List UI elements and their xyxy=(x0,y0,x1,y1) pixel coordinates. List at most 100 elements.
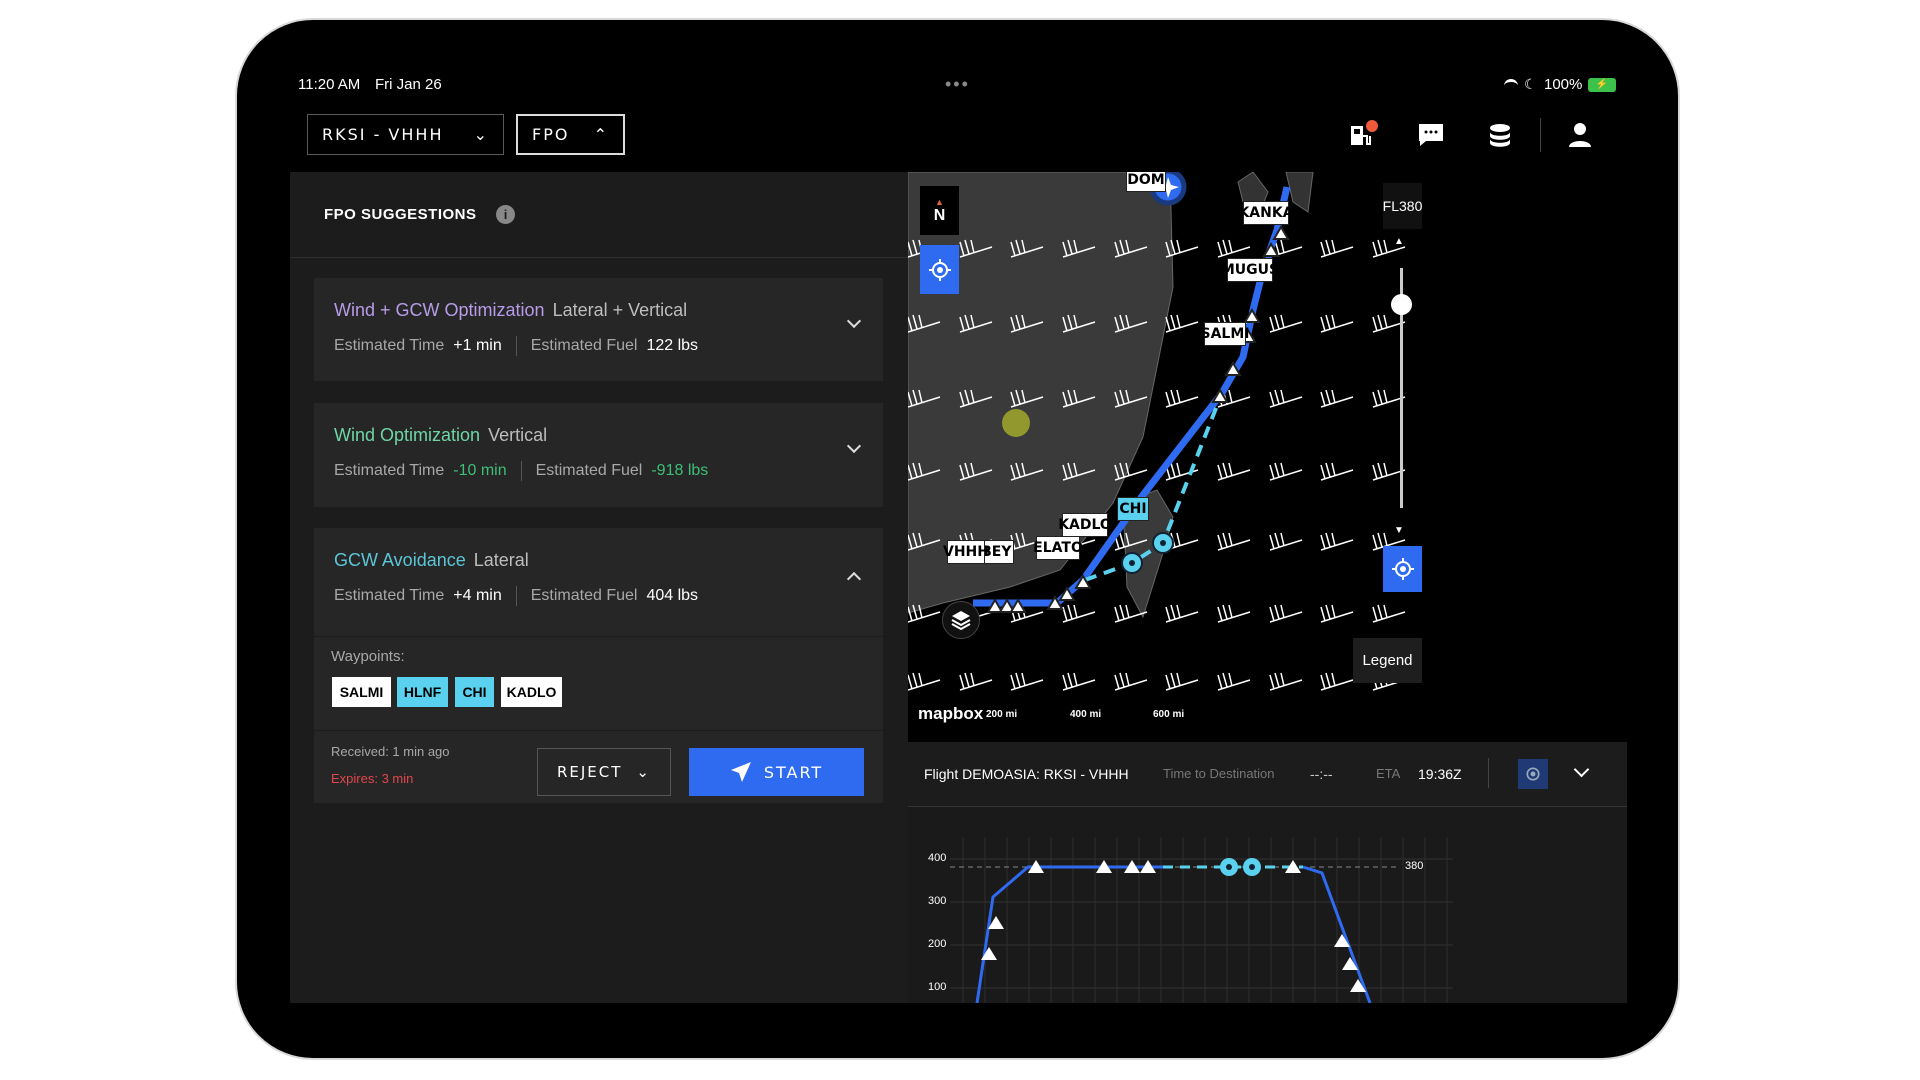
wifi-icon xyxy=(1504,79,1518,89)
chat-icon[interactable] xyxy=(1416,120,1446,150)
locate-icon xyxy=(1391,558,1414,580)
chevron-up-icon[interactable] xyxy=(846,571,862,587)
waypoint-label[interactable]: KANKA xyxy=(1238,201,1294,225)
multitask-dots-icon[interactable]: ••• xyxy=(945,74,970,95)
wind-barb-icon xyxy=(1269,314,1303,333)
profile-chart xyxy=(950,837,1453,1003)
suggestion-type: Lateral xyxy=(473,550,529,570)
wind-barb-icon xyxy=(1320,314,1354,333)
suggestion-card[interactable]: Wind + GCW Optimization Lateral + Vertica… xyxy=(314,278,883,381)
waypoint-label[interactable]: DOM xyxy=(1126,172,1166,192)
wind-barb-icon xyxy=(1114,672,1148,691)
fuel-value: -918 lbs xyxy=(651,462,709,479)
wind-barb-icon xyxy=(1269,532,1303,551)
fuel-label: Estimated Fuel xyxy=(530,337,638,354)
layers-button[interactable] xyxy=(942,601,980,639)
status-time: 11:20 AM xyxy=(298,76,361,93)
y-tick-label: 400 xyxy=(928,852,947,864)
wind-barb-icon xyxy=(1320,462,1354,481)
profile-waypoint-markers xyxy=(981,860,1366,992)
chevron-down-icon[interactable] xyxy=(846,438,862,454)
waypoint-chip: SALMI xyxy=(332,677,391,707)
fuel-value: 122 lbs xyxy=(646,337,699,354)
battery-icon: ⚡ xyxy=(1588,78,1616,92)
wind-barb-icon xyxy=(959,672,993,691)
compass-label: N xyxy=(933,206,946,224)
waypoint-label[interactable]: VHHH xyxy=(943,540,989,564)
waypoint-label[interactable]: KADLO xyxy=(1058,513,1112,537)
level-up-icon[interactable]: ▲ xyxy=(1394,236,1404,247)
reject-button[interactable]: REJECT ⌄ xyxy=(537,748,671,796)
fuel-value: 404 lbs xyxy=(646,587,699,604)
wind-barb-icon xyxy=(1269,672,1303,691)
locate-aircraft-button[interactable] xyxy=(1383,546,1422,592)
wind-barb-icon xyxy=(1165,314,1199,333)
chevron-down-icon[interactable] xyxy=(846,313,862,329)
status-date: Fri Jan 26 xyxy=(375,76,442,93)
legend-button[interactable]: Legend xyxy=(1353,638,1422,683)
profile-locate-button[interactable] xyxy=(1518,759,1548,789)
suggestion-type: Vertical xyxy=(488,425,548,445)
cruise-level-label: 380 xyxy=(1405,860,1424,872)
level-slider-thumb[interactable] xyxy=(1391,294,1412,315)
notification-dot xyxy=(1366,120,1378,132)
time-value: -10 min xyxy=(453,462,507,479)
wind-barb-icon xyxy=(1217,239,1251,258)
y-tick-label: 200 xyxy=(928,938,947,950)
time-label: Estimated Time xyxy=(334,337,445,354)
waypoints-label: Waypoints: xyxy=(331,648,405,665)
battery-percent: 100% xyxy=(1544,76,1583,93)
suggestion-title: Wind + GCW Optimization xyxy=(334,300,545,320)
suggestion-title: Wind Optimization xyxy=(334,425,481,445)
wind-barb-icon xyxy=(1269,389,1303,408)
mode-select[interactable]: FPO ⌃ xyxy=(516,114,625,155)
route-select[interactable]: RKSI - VHHH ⌄ xyxy=(307,114,504,155)
level-down-icon[interactable]: ▼ xyxy=(1394,525,1404,536)
info-icon[interactable]: i xyxy=(496,205,515,224)
ttd-value: --:-- xyxy=(1310,766,1333,782)
waypoint-label-new[interactable]: CHI xyxy=(1117,497,1149,521)
route-map[interactable]: DOM KANKA MUGUS SALMI CHI KADLO ELATO BB… xyxy=(908,172,1627,742)
wind-barb-icon xyxy=(1269,604,1303,623)
time-label: Estimated Time xyxy=(334,587,445,604)
waypoint-label[interactable]: SALMI xyxy=(1201,322,1250,346)
database-icon[interactable] xyxy=(1485,120,1515,150)
waypoint-label[interactable]: ELATO xyxy=(1033,536,1083,560)
recenter-button[interactable] xyxy=(920,245,959,294)
locate-icon xyxy=(928,258,951,281)
wind-barb-icon xyxy=(1269,462,1303,481)
scale-label: 200 mi xyxy=(986,709,1018,720)
wind-barb-icon xyxy=(1320,389,1354,408)
compass-button[interactable]: ▲ N xyxy=(920,186,959,235)
chevron-down-icon: ⌄ xyxy=(636,763,651,781)
chevron-up-icon: ⌃ xyxy=(593,125,609,144)
moon-icon: ☾ xyxy=(1524,76,1537,92)
wind-barb-icon xyxy=(1062,604,1096,623)
time-label: Estimated Time xyxy=(334,462,445,479)
collapse-chevron-icon[interactable] xyxy=(1573,761,1590,778)
wind-barb-icon xyxy=(1217,672,1251,691)
wind-barb-icon xyxy=(1165,389,1199,408)
fpo-panel: FPO SUGGESTIONS i Wind + GCW Optimizatio… xyxy=(290,172,908,1003)
wind-barb-icon xyxy=(1320,239,1354,258)
fuel-pump-icon[interactable] xyxy=(1348,120,1378,150)
waypoint-chip-new: HLNF xyxy=(397,677,448,707)
wind-barb-icon xyxy=(1217,462,1251,481)
mode-select-value: FPO xyxy=(532,125,570,144)
received-text: Received: 1 min ago xyxy=(331,744,450,759)
suggestion-title: GCW Avoidance xyxy=(334,550,466,570)
wind-barb-icon xyxy=(1320,604,1354,623)
route-select-value: RKSI - VHHH xyxy=(322,125,444,144)
vertical-profile[interactable]: 400 300 200 100 380 xyxy=(908,807,1627,1003)
user-icon[interactable] xyxy=(1565,120,1595,150)
waypoint-chip-new: CHI xyxy=(455,677,494,707)
mapbox-logo: mapbox xyxy=(918,704,984,723)
waypoint-label[interactable]: MUGUS xyxy=(1221,258,1279,282)
send-icon xyxy=(730,762,751,782)
suggestion-card[interactable]: Wind Optimization Vertical Estimated Time… xyxy=(314,403,883,507)
divider xyxy=(314,730,883,731)
reject-label: REJECT xyxy=(556,763,623,781)
wind-barb-icon xyxy=(1010,672,1044,691)
start-button[interactable]: START xyxy=(689,748,864,796)
wind-barb-icon xyxy=(1320,672,1354,691)
